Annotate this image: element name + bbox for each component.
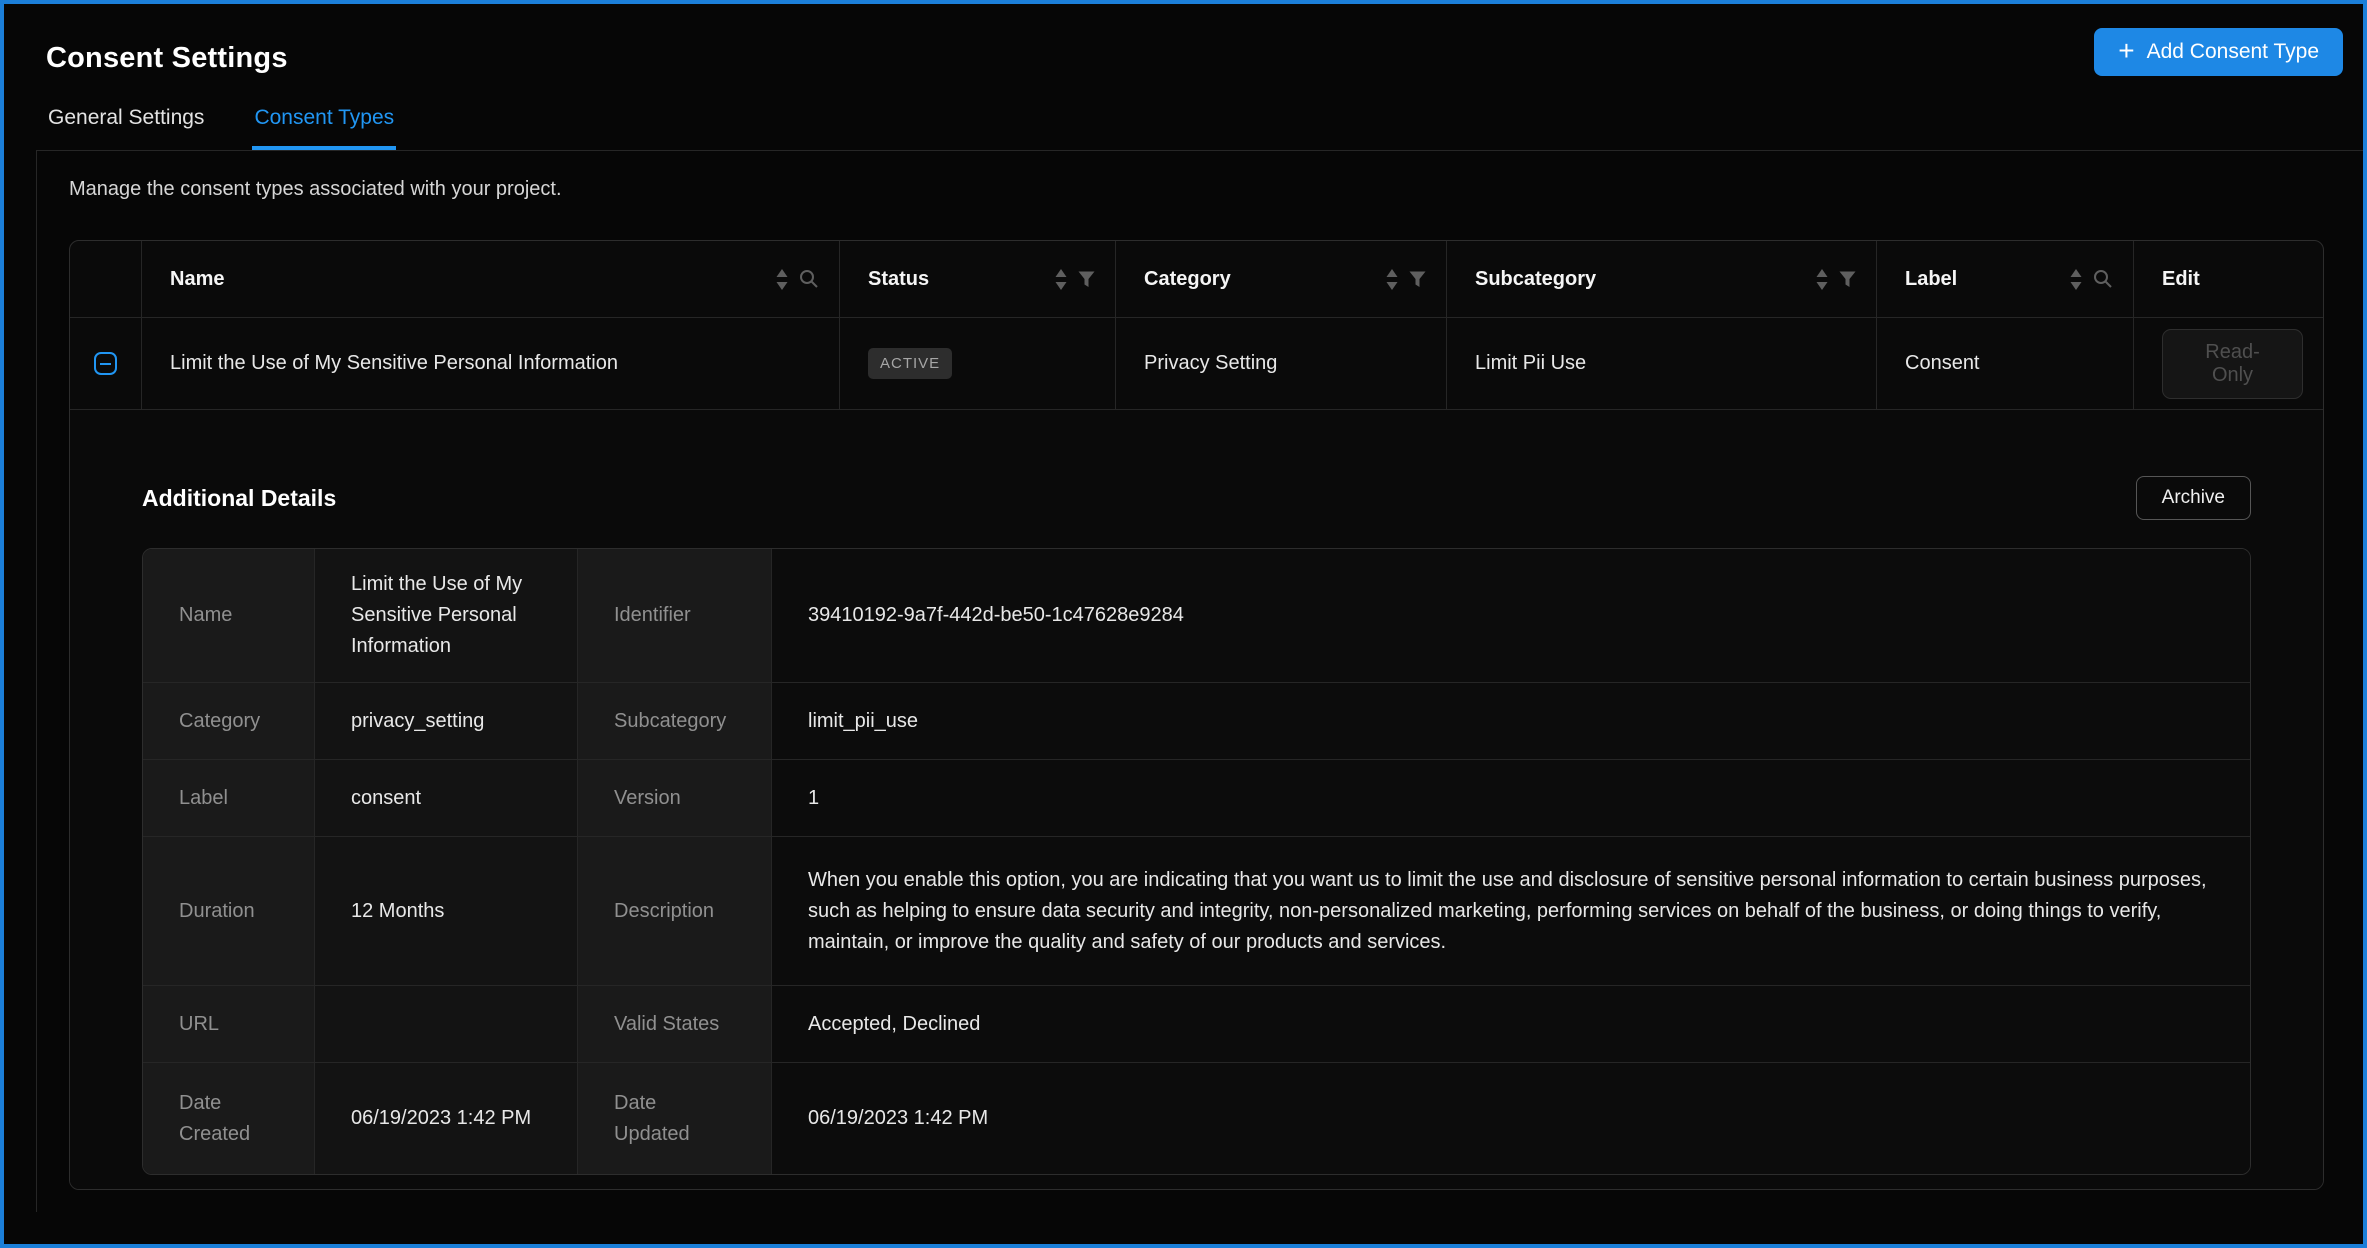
detail-label-label: Label — [143, 760, 315, 836]
detail-value-version: 1 — [772, 760, 2250, 836]
detail-label-duration: Duration — [143, 837, 315, 985]
detail-label-date-created: Date Created — [143, 1063, 315, 1174]
detail-label-version: Version — [578, 760, 772, 836]
details-row-url: URL Valid States Accepted, Declined — [143, 986, 2250, 1063]
details-row-name: Name Limit the Use of My Sensitive Perso… — [143, 549, 2250, 683]
detail-value-label: consent — [315, 760, 578, 836]
search-icon[interactable] — [799, 269, 819, 289]
detail-label-url: URL — [143, 986, 315, 1062]
app-window: Consent Settings + Add Consent Type Gene… — [0, 0, 2367, 1248]
sort-icon[interactable] — [1385, 269, 1399, 290]
column-label-edit: Edit — [2162, 268, 2200, 291]
sort-icon[interactable] — [775, 269, 789, 290]
detail-label-subcategory: Subcategory — [578, 683, 772, 759]
collapse-row-button[interactable] — [94, 352, 117, 375]
header-cell-name[interactable]: Name — [142, 241, 840, 317]
detail-label-name: Name — [143, 549, 315, 682]
row-cell-subcategory: Limit Pii Use — [1447, 318, 1877, 409]
detail-label-identifier: Identifier — [578, 549, 772, 682]
filter-icon[interactable] — [1409, 271, 1426, 288]
status-badge: ACTIVE — [868, 348, 952, 379]
header-cell-edit: Edit — [2134, 241, 2323, 317]
details-table: Name Limit the Use of My Sensitive Perso… — [142, 548, 2251, 1175]
consent-type-row: Limit the Use of My Sensitive Personal I… — [70, 318, 2323, 410]
detail-label-category: Category — [143, 683, 315, 759]
read-only-button[interactable]: Read-Only — [2162, 329, 2303, 399]
tab-content: Manage the consent types associated with… — [36, 150, 2363, 1212]
minus-icon — [100, 363, 111, 365]
header-cell-label[interactable]: Label — [1877, 241, 2134, 317]
row-cell-edit: Read-Only — [2134, 318, 2323, 409]
row-cell-label: Consent — [1877, 318, 2134, 409]
tab-consent-types[interactable]: Consent Types — [252, 100, 396, 150]
header-cell-expander — [70, 241, 142, 317]
sort-icon[interactable] — [2069, 269, 2083, 290]
row-cell-expander — [70, 318, 142, 409]
details-title: Additional Details — [142, 485, 336, 512]
detail-value-subcategory: limit_pii_use — [772, 683, 2250, 759]
tab-general-settings[interactable]: General Settings — [46, 100, 206, 150]
sort-icon[interactable] — [1054, 269, 1068, 290]
detail-value-duration: 12 Months — [315, 837, 578, 985]
details-row-duration: Duration 12 Months Description When you … — [143, 837, 2250, 986]
column-label-subcategory: Subcategory — [1475, 268, 1596, 291]
sort-icon[interactable] — [1815, 269, 1829, 290]
header-cell-subcategory[interactable]: Subcategory — [1447, 241, 1877, 317]
column-label-category: Category — [1144, 268, 1231, 291]
header-cell-category[interactable]: Category — [1116, 241, 1447, 317]
add-consent-type-button[interactable]: + Add Consent Type — [2094, 28, 2343, 76]
column-label-name: Name — [170, 268, 224, 291]
detail-value-description: When you enable this option, you are ind… — [772, 837, 2250, 985]
filter-icon[interactable] — [1078, 271, 1095, 288]
table-header-row: Name Status Category — [70, 241, 2323, 318]
search-icon[interactable] — [2093, 269, 2113, 289]
detail-value-name: Limit the Use of My Sensitive Personal I… — [315, 549, 578, 682]
tab-bar: General Settings Consent Types — [4, 100, 2363, 150]
details-row-dates: Date Created 06/19/2023 1:42 PM Date Upd… — [143, 1063, 2250, 1174]
page-description: Manage the consent types associated with… — [69, 178, 2363, 201]
details-header: Additional Details Archive — [142, 410, 2251, 520]
detail-value-date-updated: 06/19/2023 1:42 PM — [772, 1063, 2250, 1174]
header-cell-status[interactable]: Status — [840, 241, 1116, 317]
expanded-details-panel: Additional Details Archive Name Limit th… — [70, 410, 2323, 1189]
row-cell-category: Privacy Setting — [1116, 318, 1447, 409]
page-header: Consent Settings + Add Consent Type — [4, 4, 2363, 76]
filter-icon[interactable] — [1839, 271, 1856, 288]
detail-label-valid-states: Valid States — [578, 986, 772, 1062]
details-row-category: Category privacy_setting Subcategory lim… — [143, 683, 2250, 760]
page-title: Consent Settings — [46, 42, 288, 75]
plus-icon: + — [2118, 37, 2134, 65]
detail-value-identifier: 39410192-9a7f-442d-be50-1c47628e9284 — [772, 549, 2250, 682]
column-label-status: Status — [868, 268, 929, 291]
row-cell-status: ACTIVE — [840, 318, 1116, 409]
add-consent-type-label: Add Consent Type — [2147, 40, 2319, 64]
column-label-label: Label — [1905, 268, 1957, 291]
detail-label-date-updated: Date Updated — [578, 1063, 772, 1174]
detail-value-date-created: 06/19/2023 1:42 PM — [315, 1063, 578, 1174]
detail-label-description: Description — [578, 837, 772, 985]
detail-value-category: privacy_setting — [315, 683, 578, 759]
consent-types-table: Name Status Category — [69, 240, 2324, 1190]
detail-value-url — [315, 986, 578, 1062]
archive-button[interactable]: Archive — [2136, 476, 2251, 520]
detail-value-valid-states: Accepted, Declined — [772, 986, 2250, 1062]
row-cell-name: Limit the Use of My Sensitive Personal I… — [142, 318, 840, 409]
details-row-label: Label consent Version 1 — [143, 760, 2250, 837]
